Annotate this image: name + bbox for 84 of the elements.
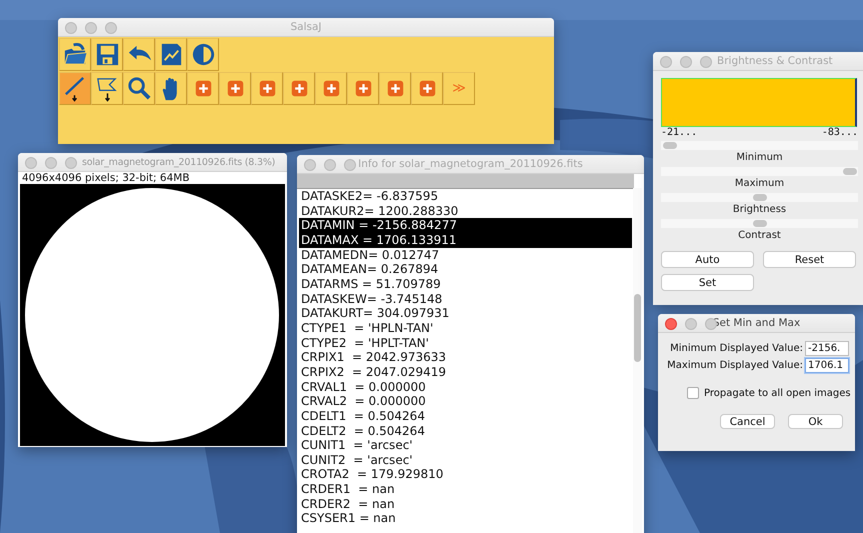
toolbar-button[interactable] [187, 38, 219, 71]
dialog-button[interactable]: Cancel [720, 414, 775, 429]
window-control-button[interactable] [700, 56, 712, 68]
header-line[interactable]: CSYSER1 = nan [299, 511, 632, 526]
toolbar-button[interactable] [411, 72, 443, 105]
header-line[interactable]: CDELT2 = 0.504264 [299, 424, 632, 438]
header-line[interactable]: CDELT1 = 0.504264 [299, 408, 632, 424]
header-line[interactable]: CTYPE2 = 'HPLT-TAN' [299, 336, 632, 350]
slider-label: Brightness [732, 203, 788, 217]
toolbar-button[interactable] [187, 72, 219, 105]
dialog-button[interactable]: Auto [661, 251, 754, 268]
toolbar-button[interactable] [379, 72, 411, 105]
histogram-max-label: -83... [822, 127, 858, 139]
window-control-button[interactable] [304, 159, 316, 171]
header-line[interactable]: DATASKE2= -6.837595 [299, 189, 632, 204]
toolbar-button[interactable] [59, 72, 91, 105]
dialog-button[interactable]: Set [661, 274, 754, 291]
window-control-button[interactable] [660, 56, 672, 68]
checkbox[interactable] [687, 387, 699, 399]
header-line[interactable]: CROTA2 = 179.929810 [299, 467, 632, 482]
toolbar-button[interactable] [347, 72, 379, 105]
slider-thumb[interactable] [753, 194, 767, 201]
window-title: SalsaJ [290, 21, 322, 33]
slider-thumb[interactable] [843, 168, 857, 175]
slider-track[interactable] [661, 141, 858, 150]
checkbox-label: Propagate to all open images [704, 388, 851, 398]
input-field[interactable]: -2156. [805, 341, 849, 356]
toolbar-button[interactable] [155, 72, 187, 105]
toolbar-button[interactable] [155, 38, 187, 71]
header-line[interactable]: DATASKEW= -3.745148 [299, 292, 632, 306]
slider-thumb[interactable] [753, 220, 767, 227]
window-control-button[interactable] [324, 159, 336, 171]
window-title: Info for solar_magnetogram_20110926.fits [358, 158, 583, 170]
magnifier-icon [126, 75, 152, 102]
field-label: Maximum Displayed Value: [667, 360, 803, 371]
header-line[interactable]: CTYPE1 = 'HPLN-TAN' [299, 320, 632, 336]
header-line[interactable]: CRDER1 = nan [299, 482, 632, 497]
header-line[interactable]: CUNIT1 = 'arcsec' [299, 438, 632, 453]
dialog-button[interactable]: Ok [788, 414, 843, 429]
toolbar-button[interactable] [219, 72, 251, 105]
header-line[interactable]: DATAKURT= 304.097931 [299, 306, 632, 321]
header-line[interactable]: DATARMS = 51.709789 [299, 276, 632, 292]
image-info-text: 4096x4096 pixels; 32-bit; 64MB [18, 172, 287, 184]
slider-track[interactable] [661, 193, 858, 202]
window-control-button[interactable] [105, 22, 117, 34]
field-label: Minimum Displayed Value: [670, 343, 803, 354]
header-line[interactable]: CUNIT2 = 'arcsec' [299, 452, 632, 468]
slider-label: Maximum [734, 177, 786, 191]
toolbar-button[interactable] [315, 72, 347, 105]
header-line[interactable]: CRDER2 = nan [299, 496, 632, 512]
window-control-button[interactable] [665, 318, 677, 330]
window-control-button[interactable] [65, 22, 77, 34]
slider-thumb[interactable] [663, 142, 677, 149]
header-line[interactable]: DATAKUR2= 1200.288330 [299, 204, 632, 218]
window-control-button[interactable] [344, 159, 356, 171]
header-line[interactable]: DATAMEAN= 0.267894 [299, 262, 632, 277]
header-line[interactable]: CRVAL2 = 0.000000 [299, 394, 632, 409]
slider-label: Contrast [737, 229, 782, 243]
toolbar-button[interactable] [123, 38, 155, 71]
toolbar-button[interactable] [91, 38, 123, 71]
header-line[interactable]: DATAMEDN= 0.012747 [299, 248, 632, 262]
toolbar-button[interactable] [251, 72, 283, 105]
window-control-button[interactable] [45, 157, 57, 169]
header-line[interactable]: CRPIX2 = 2047.029419 [299, 364, 632, 380]
toolbar-button[interactable] [283, 72, 315, 105]
window-control-button[interactable] [65, 157, 77, 169]
toolbar-button[interactable] [123, 72, 155, 105]
histogram-min-label: -21... [661, 127, 698, 139]
window-title: Brightness & Contrast [717, 55, 833, 67]
window-control-button[interactable] [680, 56, 692, 68]
toolbar-button[interactable] [59, 38, 91, 71]
toolbar-button[interactable] [91, 72, 123, 105]
slider-track[interactable] [661, 167, 858, 176]
slider-label: Minimum [735, 151, 784, 165]
header-line[interactable]: CRVAL1 = 0.000000 [299, 380, 632, 394]
header-line[interactable]: CRPIX1 = 2042.973633 [299, 350, 632, 365]
slider-track[interactable] [661, 219, 858, 228]
window-title: solar_magnetogram_20110926.fits (8.3%) [82, 156, 276, 168]
input-field[interactable]: 1706.1 [805, 358, 849, 373]
dialog-button[interactable]: Reset [763, 251, 856, 268]
window-control-button[interactable] [85, 22, 97, 34]
window-control-button[interactable] [25, 157, 37, 169]
window-control-button[interactable] [685, 318, 697, 330]
scrollbar-thumb[interactable] [634, 294, 641, 362]
